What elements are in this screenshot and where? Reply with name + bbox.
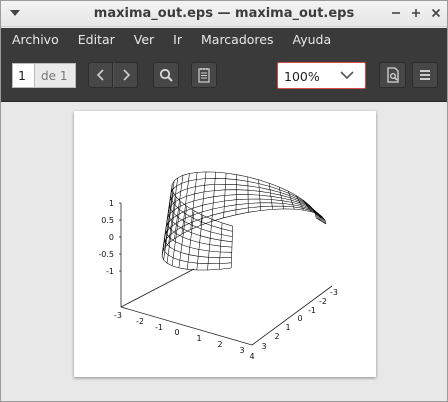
y-tick-label: -3 [330,288,338,297]
x-tick-label: 2 [217,340,222,349]
y-tick-label: 0 [297,314,302,323]
menu-archivo[interactable]: Archivo [12,32,59,47]
chevron-left-icon [96,69,104,81]
y-tick-label: 3 [261,342,266,351]
hamburger-icon [420,70,430,80]
x-tick-label: -1 [155,323,163,332]
surface-plot: 1 0.5 0 -0.5 -1 -3 -2 -1 0 1 2 3 4 3 2 1… [98,171,338,361]
x-tick-label: 3 [239,346,244,355]
mesh-line [164,202,324,259]
y-tick-label: 1 [285,323,290,332]
sidebar-toggle-button[interactable] [191,62,217,88]
zoom-select[interactable]: 100% [277,62,366,89]
mesh-surface [161,171,327,271]
page-view-button[interactable] [379,62,406,88]
close-icon[interactable] [427,4,445,22]
chevron-down-icon [340,71,354,80]
hamburger-menu-button[interactable] [412,62,438,88]
toolbar: 1 de 1 100% [1,50,447,102]
menu-ayuda[interactable]: Ayuda [293,32,332,47]
z-axis-labels: 1 0.5 0 -0.5 -1 [98,199,114,276]
minimize-icon[interactable] [387,4,405,22]
page-total-label: de 1 [34,63,76,88]
y-axis-labels: 4 3 2 1 0 -1 -2 -3 [249,288,338,361]
page-zoom-icon [386,67,399,83]
z-tick-label: 1 [109,199,114,208]
menu-ver[interactable]: Ver [134,32,154,47]
y-tick-label: -2 [319,297,327,306]
x-tick-label: -3 [114,311,122,320]
mesh-line [312,209,323,218]
search-button[interactable] [153,62,179,88]
zoom-value: 100% [284,69,320,84]
z-tick-label: -1 [106,267,114,276]
mesh-line [162,184,173,253]
document-pages-icon [198,68,210,83]
mesh-line [186,210,195,270]
y-tick-label: -1 [308,306,316,315]
menu-bar: Archivo Editar Ver Ir Marcadores Ayuda [1,28,447,50]
x-tick-label: 0 [174,328,179,337]
mesh-line [316,217,327,225]
menu-marcadores[interactable]: Marcadores [201,32,274,47]
z-tick-label: 0 [109,233,114,242]
mesh-line [178,206,188,268]
search-icon [159,68,173,82]
maximize-icon[interactable] [407,4,425,22]
menu-ir[interactable]: Ir [173,32,182,47]
z-tick-label: -0.5 [98,250,114,259]
chevron-right-icon [122,69,130,81]
app-window: maxima_out.eps — maxima_out.eps Archivo … [0,0,448,402]
mesh-line [166,194,322,248]
y-tick-label: 2 [274,332,279,341]
y-tick-label: 4 [249,352,254,361]
mesh-line [196,215,203,271]
mesh-line [165,198,323,253]
window-title: maxima_out.eps — maxima_out.eps [93,6,355,21]
previous-page-button[interactable] [88,62,113,88]
page-number-input[interactable]: 1 [12,63,34,88]
document-view[interactable]: 1 0.5 0 -0.5 -1 -3 -2 -1 0 1 2 3 4 3 2 1… [1,103,447,401]
x-tick-label: 1 [196,334,201,343]
next-page-button[interactable] [113,62,138,88]
x-tick-label: -2 [136,317,144,326]
plot-axes [119,202,333,346]
x-axis-labels: -3 -2 -1 0 1 2 3 [114,311,245,355]
document-page: 1 0.5 0 -0.5 -1 -3 -2 -1 0 1 2 3 4 3 2 1… [74,111,376,377]
mesh-line [190,172,198,230]
mesh-line [247,176,249,213]
z-tick-label: 0.5 [101,216,114,225]
title-bar: maxima_out.eps — maxima_out.eps [1,1,447,27]
mesh-line [161,208,327,271]
menu-editar[interactable]: Editar [78,32,115,47]
